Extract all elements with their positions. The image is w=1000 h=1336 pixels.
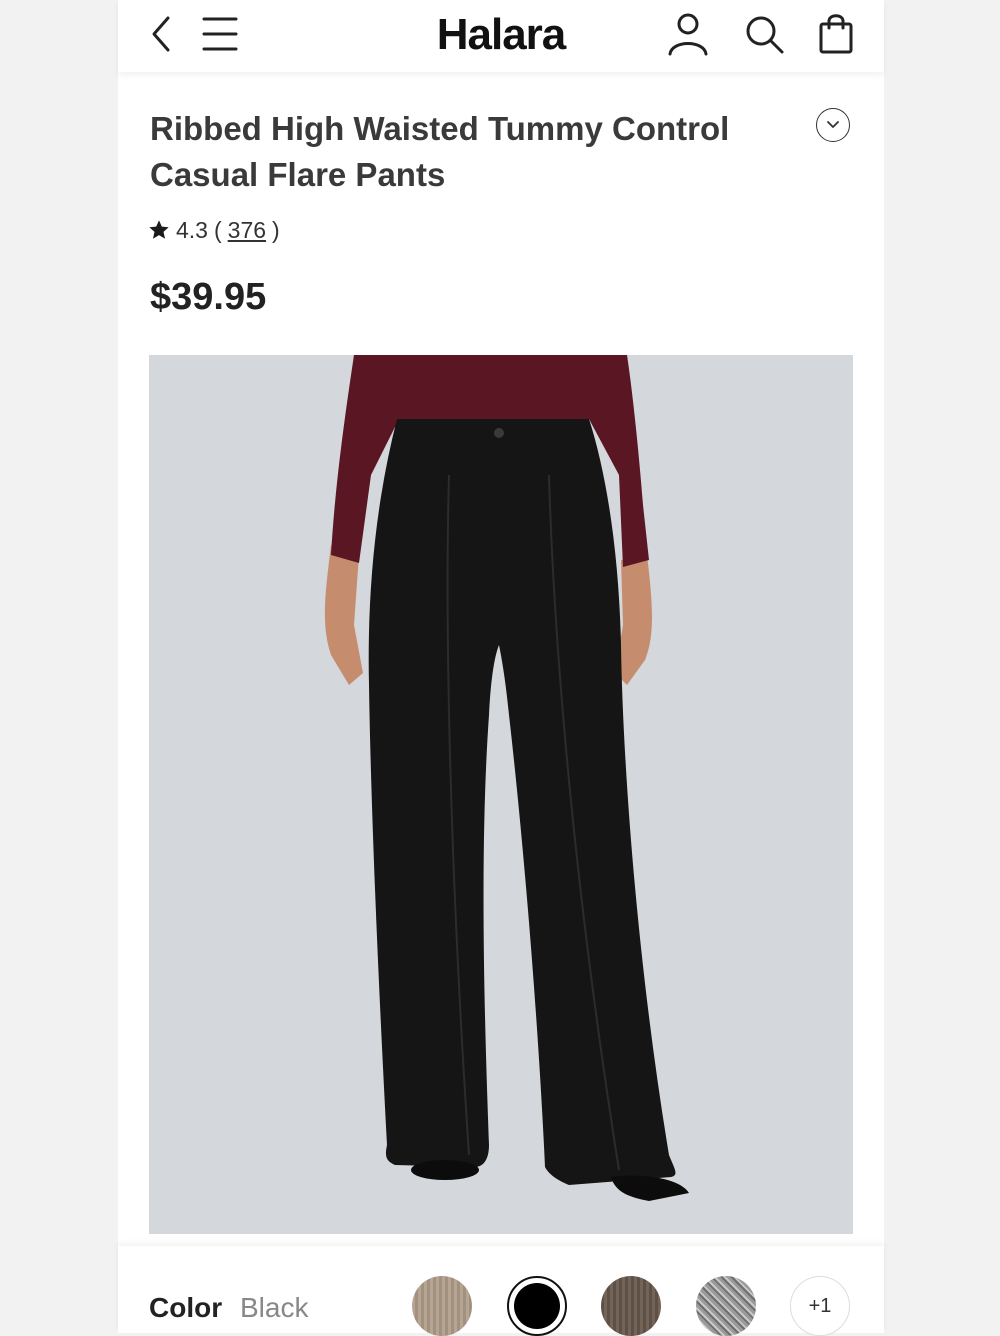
more-colors-button[interactable]: +1 xyxy=(790,1276,850,1336)
chevron-down-icon xyxy=(827,121,839,128)
color-swatch-brown-ribbed[interactable] xyxy=(601,1276,661,1336)
model-wearing-pants-illustration xyxy=(149,355,853,1234)
color-swatch-black-selected[interactable] xyxy=(507,1276,567,1336)
review-count-link[interactable]: 376 xyxy=(228,217,266,244)
black-swatch-fill xyxy=(514,1283,560,1329)
shopping-bag-icon[interactable] xyxy=(814,12,858,56)
app-frame: Halara Ribbed High Waisted Tummy Control… xyxy=(118,0,884,1336)
product-image[interactable] xyxy=(149,355,853,1234)
search-icon[interactable] xyxy=(742,12,786,56)
color-swatch-grey-tweed[interactable] xyxy=(696,1276,756,1336)
review-paren-close: ) xyxy=(272,216,280,243)
color-label: Color xyxy=(149,1292,223,1323)
color-selector-bar: Color Black +1 xyxy=(118,1246,884,1336)
product-title-line-1: Ribbed High Waisted Tummy Control xyxy=(150,110,730,147)
rating-value: 4.3 xyxy=(176,216,208,243)
product-rating: 4.3 ( 376 ) xyxy=(148,214,280,246)
star-icon xyxy=(149,220,169,239)
product-price: $39.95 xyxy=(150,276,267,318)
expand-details-button[interactable] xyxy=(816,108,850,142)
product-title-line-2: Casual Flare Pants xyxy=(150,156,446,193)
review-paren-open: ( xyxy=(213,216,222,243)
product-title: Ribbed High Waisted Tummy Control Casual… xyxy=(150,106,790,198)
account-icon[interactable] xyxy=(666,12,710,56)
top-navigation-bar: Halara xyxy=(118,0,884,72)
selected-color-name: Black xyxy=(240,1292,309,1323)
color-swatch-beige-ribbed[interactable] xyxy=(412,1276,472,1336)
